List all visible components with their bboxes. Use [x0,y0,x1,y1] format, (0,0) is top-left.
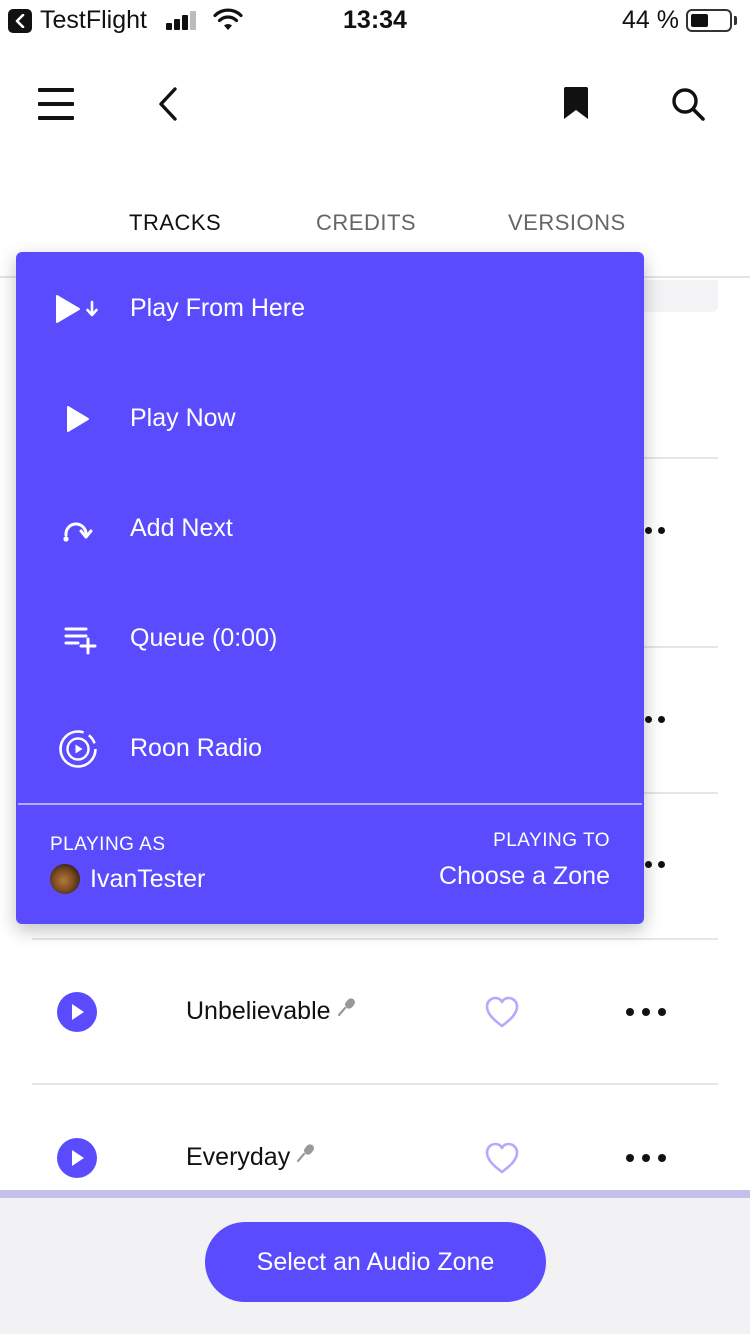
tab-credits[interactable]: CREDITS [316,210,416,236]
track-title-text: Everyday [186,1143,291,1171]
tab-tracks[interactable]: TRACKS [129,210,221,236]
menu-item-label: Play Now [130,404,236,432]
menu-divider [18,803,642,805]
track-context-menu: Play From Here Play Now Add Next Queue (… [16,252,644,924]
add-next-icon [63,522,93,542]
track-title: Everyday [186,1143,316,1172]
bookmark-icon[interactable] [562,86,590,120]
more-options-icon[interactable] [626,1008,666,1016]
play-from-here-icon [56,295,98,323]
playing-as-label: PLAYING AS [50,834,166,855]
search-icon[interactable] [670,86,706,122]
now-playing-progress-line [0,1190,750,1198]
radio-icon [59,730,97,768]
row-divider [32,1083,718,1085]
back-arrow-icon[interactable] [156,86,180,122]
heart-icon[interactable] [484,995,520,1029]
microphone-icon [337,998,355,1017]
play-track-button[interactable] [57,992,97,1032]
tab-versions[interactable]: VERSIONS [508,210,626,236]
user-name: IvanTester [90,865,206,893]
track-row[interactable]: Unbelievable [32,942,718,1082]
row-divider [32,938,718,940]
more-options-icon[interactable] [643,527,669,535]
menu-item-queue[interactable]: Queue (0:00) [16,584,644,694]
menu-item-label: Play From Here [130,294,306,322]
play-track-button[interactable] [57,1138,97,1178]
play-icon [67,406,89,432]
avatar [50,864,80,894]
menu-item-roon-radio[interactable]: Roon Radio [16,694,644,804]
list-header-background [632,280,718,312]
playing-to-label: PLAYING TO [493,830,610,851]
queue-add-icon [64,627,97,655]
track-title: Unbelievable [186,997,357,1026]
battery-percent: 44 % [622,6,679,34]
menu-item-play-from-here[interactable]: Play From Here [16,254,644,364]
battery-tip [734,16,737,25]
select-audio-zone-button[interactable]: Select an Audio Zone [205,1222,546,1302]
menu-item-label: Add Next [130,514,233,542]
microphone-icon [297,1144,315,1163]
more-options-icon[interactable] [643,716,669,724]
menu-item-label: Roon Radio [130,734,263,762]
battery-level-fill [691,14,708,27]
choose-zone-link[interactable]: Choose a Zone [439,862,610,891]
track-title-text: Unbelievable [186,997,331,1025]
app-header [0,40,750,180]
heart-icon[interactable] [484,1141,520,1175]
battery-icon [686,9,732,32]
more-options-icon[interactable] [643,861,669,869]
more-options-icon[interactable] [626,1154,666,1162]
menu-item-label: Queue (0:00) [130,624,278,652]
status-bar: TestFlight 13:34 44 % [0,0,750,40]
hamburger-menu-icon[interactable] [38,86,74,120]
menu-item-play-now[interactable]: Play Now [16,364,644,474]
menu-item-add-next[interactable]: Add Next [16,474,644,584]
